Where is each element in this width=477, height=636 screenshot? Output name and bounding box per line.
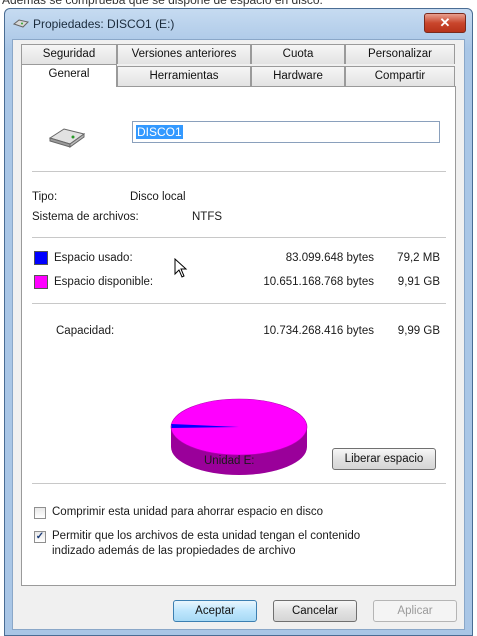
drive-name-input[interactable]: DISCO1 bbox=[132, 121, 440, 143]
background-caption-strip: Además se comprueba que se dispone de es… bbox=[2, 0, 323, 7]
divider bbox=[32, 171, 446, 172]
divider bbox=[32, 237, 446, 238]
capacity-bytes: 10.734.268.416 bytes bbox=[263, 325, 374, 337]
properties-window: Propiedades: DISCO1 (E:) ✕ Seguridad Ver… bbox=[4, 8, 473, 636]
index-label-line1: Permitir que los archivos de esta unidad… bbox=[52, 530, 361, 542]
used-space-swatch bbox=[34, 251, 48, 265]
ok-button[interactable]: Aceptar bbox=[173, 600, 257, 622]
index-checkbox[interactable]: ✓ bbox=[34, 531, 46, 543]
filesystem-label: Sistema de archivos: bbox=[32, 211, 139, 223]
tab-compartir[interactable]: Compartir bbox=[345, 66, 455, 86]
free-space-label: Espacio disponible: bbox=[54, 276, 154, 288]
used-space-bytes: 83.099.648 bytes bbox=[285, 252, 374, 264]
cancel-button[interactable]: Cancelar bbox=[273, 600, 357, 622]
close-button[interactable]: ✕ bbox=[424, 13, 466, 33]
tab-hardware[interactable]: Hardware bbox=[251, 66, 345, 86]
used-space-size: 79,2 MB bbox=[397, 252, 440, 264]
free-space-swatch bbox=[34, 275, 48, 289]
free-space-size: 9,91 GB bbox=[397, 276, 440, 288]
divider bbox=[32, 483, 446, 484]
tab-herramientas[interactable]: Herramientas bbox=[117, 66, 251, 86]
tab-personalizar[interactable]: Personalizar bbox=[345, 44, 455, 64]
type-label: Tipo: bbox=[32, 191, 58, 203]
free-space-bytes: 10.651.168.768 bytes bbox=[263, 276, 374, 288]
disk-usage-pie bbox=[170, 398, 308, 475]
tab-general[interactable]: General bbox=[21, 64, 117, 87]
tab-seguridad[interactable]: Seguridad bbox=[21, 44, 117, 64]
dialog-client-area: Seguridad Versiones anteriores Cuota Per… bbox=[12, 39, 465, 630]
tab-cuota[interactable]: Cuota bbox=[251, 44, 345, 64]
general-tab-panel: DISCO1 Tipo: Disco local Sistema de arch… bbox=[21, 86, 456, 586]
drive-name-value: DISCO1 bbox=[136, 125, 183, 139]
title-bar[interactable]: Propiedades: DISCO1 (E:) ✕ bbox=[5, 9, 472, 39]
index-label-line2: indizado además de las propiedades de ar… bbox=[52, 545, 296, 557]
check-mark-icon: ✓ bbox=[35, 531, 45, 542]
cleanup-button[interactable]: Liberar espacio bbox=[332, 448, 436, 470]
close-icon: ✕ bbox=[439, 15, 451, 30]
divider bbox=[32, 303, 446, 304]
hard-drive-icon bbox=[48, 128, 86, 148]
type-value: Disco local bbox=[130, 191, 186, 203]
compress-label: Comprimir esta unidad para ahorrar espac… bbox=[52, 506, 324, 518]
used-space-label: Espacio usado: bbox=[54, 252, 133, 264]
window-title: Propiedades: DISCO1 (E:) bbox=[33, 17, 175, 31]
capacity-label: Capacidad: bbox=[56, 325, 115, 337]
capacity-size: 9,99 GB bbox=[397, 325, 440, 337]
filesystem-value: NTFS bbox=[192, 211, 223, 223]
tab-versiones-anteriores[interactable]: Versiones anteriores bbox=[117, 44, 251, 64]
apply-button[interactable]: Aplicar bbox=[373, 600, 457, 622]
drive-caption: Unidad E: bbox=[204, 455, 255, 467]
mouse-cursor-icon bbox=[174, 258, 188, 278]
drive-small-icon bbox=[13, 19, 29, 28]
compress-checkbox[interactable] bbox=[34, 507, 46, 519]
